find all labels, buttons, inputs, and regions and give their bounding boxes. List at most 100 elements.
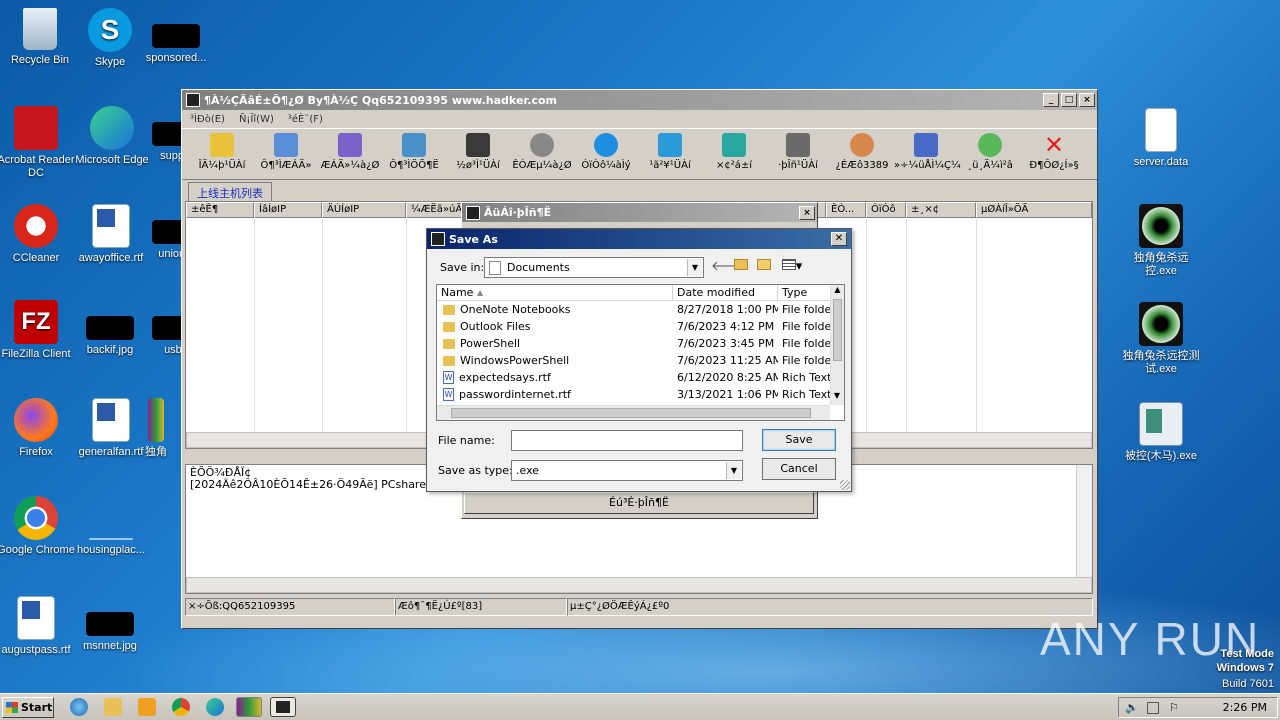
desktop-icon-recycle-bin[interactable]: Recycle Bin — [0, 8, 80, 67]
desktop-icon-trojan-exe[interactable]: 被控(木马).exe — [1121, 402, 1201, 463]
desktop-icon-housingplac[interactable]: housingplac... — [71, 496, 151, 557]
start-button[interactable]: Start — [2, 697, 54, 718]
tool-registry[interactable]: ×¢²á±í — [702, 129, 766, 171]
desktop-icon-chrome[interactable]: Google Chrome — [0, 496, 76, 557]
desktop-icon-dujiao-exe[interactable]: 独角兔杀远控.exe — [1121, 204, 1201, 278]
menu-options[interactable]: Ñ¡Ïî(W) — [239, 114, 274, 125]
scroll-thumb[interactable] — [451, 408, 811, 418]
tool-audio-monitor[interactable]: ÓïÒô¼àÌý — [574, 129, 638, 171]
tool-enable-3389[interactable]: ¿ÉÆô3389 — [830, 129, 894, 171]
scroll-thumb[interactable] — [833, 299, 842, 361]
tool-process-manager[interactable]: ½ø³Ì¹ÜÀí — [446, 129, 510, 171]
desktop-icon-dujiao-test-exe[interactable]: 独角兔杀远控测试.exe — [1121, 302, 1201, 376]
new-folder-icon[interactable] — [755, 259, 773, 275]
column-header[interactable]: ÄÚÍøIP — [322, 202, 406, 218]
horizontal-scrollbar[interactable] — [437, 405, 830, 420]
file-row[interactable]: WindowsPowerShell 7/6/2023 11:25 AM File… — [437, 352, 844, 369]
desktop-icon-dujiao[interactable]: 独角 — [130, 398, 182, 459]
column-header[interactable]: ÓïÒô — [866, 202, 906, 218]
desktop-icon-ccleaner[interactable]: CCleaner — [0, 204, 76, 265]
desktop-icon-server-data[interactable]: server.data — [1121, 108, 1201, 169]
up-folder-icon[interactable] — [732, 259, 750, 275]
resize-grip[interactable] — [840, 480, 850, 490]
archive-taskbar-icon[interactable] — [236, 697, 262, 717]
save-in-dropdown[interactable]: Documents ▼ — [484, 257, 704, 278]
save-button[interactable]: Save — [762, 429, 836, 451]
vertical-scrollbar[interactable] — [1076, 465, 1092, 577]
file-row[interactable]: OneNote Notebooks 8/27/2018 1:00 PM File… — [437, 301, 844, 318]
tool-video-monitor[interactable]: ÊÓÆµ¼à¿Ø — [510, 129, 574, 171]
eye-icon — [1139, 204, 1183, 248]
vertical-scrollbar[interactable]: ▲ ▼ — [830, 285, 844, 405]
menu-program[interactable]: ³ÌÐò(E) — [190, 114, 225, 125]
minimize-button[interactable]: _ — [1043, 93, 1059, 107]
chrome-icon — [14, 496, 58, 540]
remote-control-taskbar-icon[interactable] — [270, 697, 296, 717]
file-type: File folde — [782, 354, 832, 367]
tool-service-manager[interactable]: ·þÎñ¹ÜÀí — [766, 129, 830, 171]
file-row[interactable]: PowerShell 7/6/2023 3:45 PM File folde — [437, 335, 844, 352]
desktop-icon-filezilla[interactable]: FZ FileZilla Client — [0, 300, 76, 361]
flag-icon[interactable]: ⚐ — [1169, 701, 1181, 714]
server-builder-titlebar[interactable]: ÃüÁî·þÎñ¶Ë × — [462, 203, 817, 222]
status-port: Æô¶¯¶Ë¿Ú£º[83] — [395, 598, 567, 616]
sort-up-icon: ▲ — [477, 288, 484, 297]
column-header[interactable]: ±êÊ¶ — [186, 202, 254, 218]
column-header[interactable]: ÍâÍøIP — [254, 202, 322, 218]
screen-icon — [338, 133, 362, 157]
horizontal-scrollbar[interactable] — [186, 577, 1092, 593]
menu-more[interactable]: ³éÈ¨(F) — [288, 114, 323, 125]
desktop-icon-sponsored[interactable]: sponsored... — [136, 8, 216, 65]
clock[interactable]: 2:26 PM — [1223, 701, 1267, 714]
desktop-icon-augustpass[interactable]: augustpass.rtf — [0, 596, 76, 657]
file-row[interactable]: Wpasswordinternet.rtf 3/13/2021 1:06 PM … — [437, 386, 844, 403]
edge-icon[interactable] — [206, 698, 224, 716]
tool-file-manager[interactable]: ÎÄ¼þ¹ÜÀí — [190, 129, 254, 171]
file-explorer-icon[interactable] — [104, 698, 122, 716]
cancel-button[interactable]: Cancel — [762, 458, 836, 480]
desktop-icon-acrobat[interactable]: Acrobat Reader DC — [0, 106, 76, 180]
save-as-titlebar[interactable]: Save As — [427, 229, 851, 249]
file-row[interactable]: Wexpectedsays.rtf 6/12/2020 8:25 AM Rich… — [437, 369, 844, 386]
maximize-button[interactable]: □ — [1061, 93, 1077, 107]
back-icon[interactable]: 🡐 — [711, 259, 746, 275]
close-button[interactable]: × — [1079, 93, 1095, 107]
column-type[interactable]: Type — [778, 285, 833, 300]
tool-change-detect[interactable]: ¸ü¸Ä¼ì²â — [958, 129, 1022, 171]
column-header[interactable]: µØÀíÎ»ÖÃ — [976, 202, 1092, 218]
column-name[interactable]: Name ▲ — [437, 285, 673, 300]
file-list[interactable]: Name ▲ Date modified Type OneNote Noteboo… — [436, 284, 845, 421]
chrome-icon[interactable] — [172, 698, 190, 716]
network-icon[interactable] — [1147, 702, 1159, 714]
eye-icon — [1139, 302, 1183, 346]
scroll-up-icon[interactable]: ▲ — [831, 285, 844, 299]
tool-label: ×¢²á±í — [715, 160, 753, 171]
close-button[interactable]: × — [799, 205, 815, 220]
tool-screen-monitor[interactable]: ÆÁÄ»¼à¿Ø — [318, 129, 382, 171]
media-player-icon[interactable] — [138, 698, 156, 716]
internet-explorer-icon[interactable] — [70, 698, 88, 716]
tab-online-hosts[interactable]: 上线主机列表 — [188, 182, 272, 203]
firefox-icon — [14, 398, 58, 442]
tool-broadcast[interactable]: ¹ã²¥¹ÜÀí — [638, 129, 702, 171]
savetype-dropdown[interactable]: .exe ▼ — [511, 460, 743, 481]
skype-icon: S — [88, 8, 132, 52]
volume-icon[interactable]: 🔈 — [1125, 701, 1139, 714]
tool-remote-terminal[interactable]: Ô¶³ÌÖÕ¶Ë — [382, 129, 446, 171]
tool-keylogger[interactable]: »÷¼üÅÌ¼Ç¼ — [894, 129, 961, 171]
desktop-icon-msnnet[interactable]: msnnet.jpg — [70, 596, 150, 653]
tool-remote-screen[interactable]: Ô¶³ÌÆÁÄ» — [254, 129, 318, 171]
column-header[interactable]: ÊÓ... — [826, 202, 866, 218]
column-header[interactable]: ±¸×¢ — [906, 202, 976, 218]
column-date[interactable]: Date modified — [673, 285, 778, 300]
main-window-titlebar[interactable]: ¶À½ÇÃâÉ±Ô¶¿Ø By¶À½Ç Qq652109395 www.hadk… — [182, 90, 1097, 110]
scroll-down-icon[interactable]: ▼ — [831, 391, 843, 405]
redacted-icon — [86, 316, 134, 340]
view-menu-icon[interactable]: ▾ — [779, 259, 805, 275]
close-button[interactable]: ✕ — [831, 232, 847, 246]
build-server-button[interactable]: Éú³É·þÎñ¶Ë — [464, 492, 814, 514]
file-row[interactable]: Outlook Files 7/6/2023 4:12 PM File fold… — [437, 318, 844, 335]
filename-input[interactable] — [511, 430, 743, 451]
desktop-icon-firefox[interactable]: Firefox — [0, 398, 76, 459]
tool-uninstall-client[interactable]: ✕ Ð¶ÔØ¿Í»§ — [1022, 129, 1086, 171]
